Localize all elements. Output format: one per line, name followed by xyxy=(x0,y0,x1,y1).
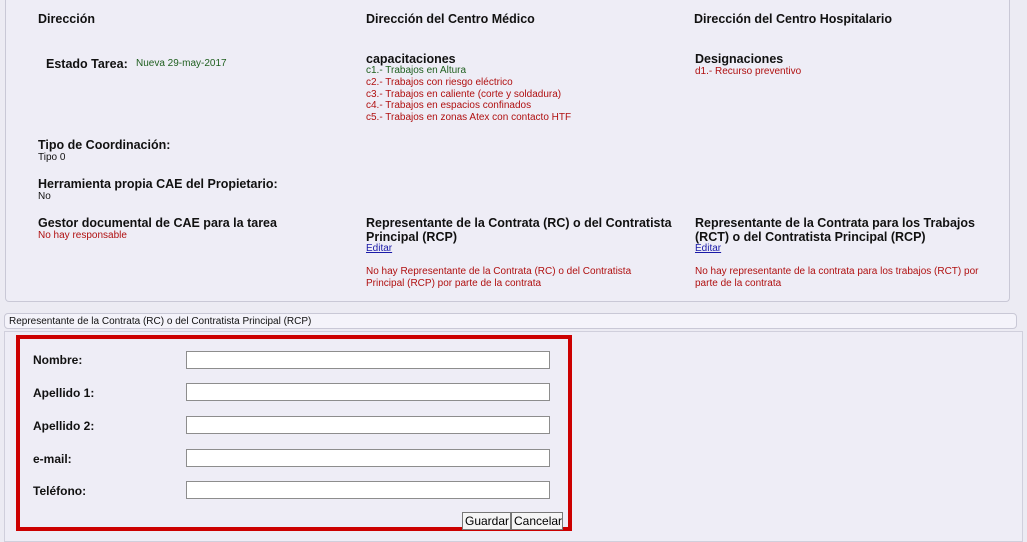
email-field[interactable] xyxy=(186,449,550,467)
email-label: e-mail: xyxy=(33,452,72,466)
rc-message-line2: Principal (RCP) por parte de la contrata xyxy=(366,278,542,289)
rc-edit-link[interactable]: Editar xyxy=(366,243,392,254)
herramienta-cae-value: No xyxy=(38,191,51,202)
rct-label-line1: Representante de la Contrata para los Tr… xyxy=(695,216,975,230)
rc-message-line1: No hay Representante de la Contrata (RC)… xyxy=(366,266,632,277)
cancel-button[interactable]: Cancelar xyxy=(511,512,563,530)
rct-edit-link[interactable]: Editar xyxy=(695,243,721,254)
nombre-label: Nombre: xyxy=(33,353,83,367)
rc-label-line1: Representante de la Contrata (RC) o del … xyxy=(366,216,672,230)
tipo-coordinacion-value: Tipo 0 xyxy=(38,152,66,163)
nombre-field[interactable] xyxy=(186,351,550,369)
estado-label: Estado Tarea: xyxy=(46,57,128,71)
header-centro-medico: Dirección del Centro Médico xyxy=(366,12,535,26)
form-section-header: Representante de la Contrata (RC) o del … xyxy=(4,313,1017,329)
apellido1-field[interactable] xyxy=(186,383,550,401)
capacitacion-item: c4.- Trabajos en espacios confinados xyxy=(366,100,532,111)
save-button[interactable]: Guardar xyxy=(462,512,511,530)
gestor-documental-value: No hay responsable xyxy=(38,230,127,241)
designacion-item: d1.- Recurso preventivo xyxy=(695,66,802,77)
apellido1-label: Apellido 1: xyxy=(33,386,95,400)
apellido2-field[interactable] xyxy=(186,416,550,434)
capacitacion-item: c1.- Trabajos en Altura xyxy=(366,65,467,76)
rc-label-line2: Principal (RCP) xyxy=(366,230,457,244)
gestor-documental-label: Gestor documental de CAE para la tarea xyxy=(38,216,277,230)
rct-label-line2: (RCT) o del Contratista Principal (RCP) xyxy=(695,230,926,244)
capacitaciones-title: capacitaciones xyxy=(366,52,456,66)
capacitacion-item: c2.- Trabajos con riesgo eléctrico xyxy=(366,77,513,88)
rct-message-line2: parte de la contrata xyxy=(695,278,782,289)
header-direccion: Dirección xyxy=(38,12,95,26)
tipo-coordinacion-label: Tipo de Coordinación: xyxy=(38,138,171,152)
designaciones-title: Designaciones xyxy=(695,52,784,66)
rct-message-line1: No hay representante de la contrata para… xyxy=(695,266,979,277)
estado-value: Nueva 29-may-2017 xyxy=(136,58,227,69)
capacitacion-item: c3.- Trabajos en caliente (corte y solda… xyxy=(366,89,562,100)
herramienta-cae-label: Herramienta propia CAE del Propietario: xyxy=(38,177,278,191)
telefono-label: Teléfono: xyxy=(33,484,87,498)
capacitacion-item: c5.- Trabajos en zonas Atex con contacto… xyxy=(366,112,572,123)
telefono-field[interactable] xyxy=(186,481,550,499)
header-centro-hospitalario: Dirección del Centro Hospitalario xyxy=(694,12,892,26)
apellido2-label: Apellido 2: xyxy=(33,419,95,433)
